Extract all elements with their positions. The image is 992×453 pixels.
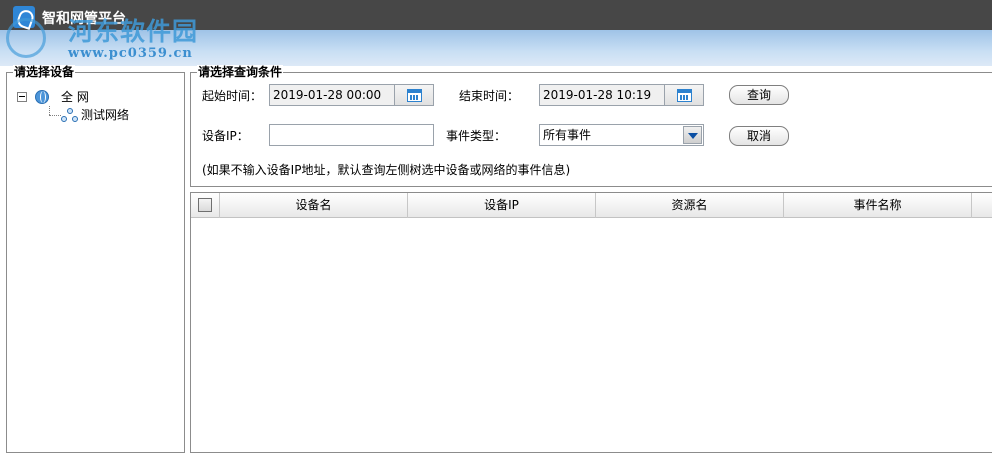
device-ip-input[interactable] [269, 124, 434, 146]
collapse-icon[interactable] [17, 92, 27, 102]
end-time-field[interactable]: 2019-01-28 10:19 [539, 84, 665, 106]
cancel-button[interactable]: 取消 [729, 126, 789, 146]
dropdown-arrow-icon[interactable] [683, 126, 702, 144]
end-date-picker-button[interactable] [664, 84, 704, 106]
device-panel-legend: 请选择设备 [13, 65, 76, 79]
tree-node-label: 全 网 [61, 90, 89, 104]
end-time-label: 结束时间： [459, 89, 520, 103]
start-time-field[interactable]: 2019-01-28 00:00 [269, 84, 395, 106]
tree-node-all-network[interactable]: 全 网 [15, 88, 135, 106]
query-button[interactable]: 查询 [729, 85, 789, 105]
column-header-event-name[interactable]: 事件名称 [784, 193, 972, 218]
watermark-url: www.pc0359.cn [68, 46, 193, 61]
column-header-device-name[interactable]: 设备名 [220, 193, 408, 218]
grid-header: 设备名 设备IP 资源名 事件名称 [191, 193, 992, 218]
start-time-label: 起始时间： [202, 89, 263, 103]
calendar-icon [677, 89, 692, 102]
event-results-grid: 设备名 设备IP 资源名 事件名称 [190, 192, 992, 453]
event-type-label: 事件类型： [446, 129, 507, 143]
device-ip-label: 设备IP： [202, 129, 249, 143]
query-conditions-panel: 请选择查询条件 起始时间： 2019-01-28 00:00 结束时间： 201… [190, 65, 992, 187]
select-all-column[interactable] [191, 193, 220, 218]
query-hint: (如果不输入设备IP地址，默认查询左侧树选中设备或网络的事件信息) [202, 163, 571, 177]
select-all-checkbox[interactable] [198, 198, 212, 212]
tree-node-test-network[interactable]: 测试网络 [15, 106, 155, 124]
column-header-resource-name[interactable]: 资源名 [596, 193, 784, 218]
globe-icon [35, 90, 49, 104]
tree-node-label: 测试网络 [81, 108, 130, 122]
event-type-select[interactable]: 所有事件 [539, 124, 704, 146]
watermark-text: 河东软件园 [68, 17, 199, 46]
watermark-logo-icon [6, 18, 46, 58]
column-header-device-ip[interactable]: 设备IP [408, 193, 596, 218]
query-panel-legend: 请选择查询条件 [197, 65, 284, 79]
event-type-value: 所有事件 [543, 128, 592, 142]
device-tree-panel: 请选择设备 全 网 测试网络 [6, 65, 185, 453]
calendar-icon [407, 89, 422, 102]
network-icon [61, 108, 79, 124]
start-date-picker-button[interactable] [394, 84, 434, 106]
